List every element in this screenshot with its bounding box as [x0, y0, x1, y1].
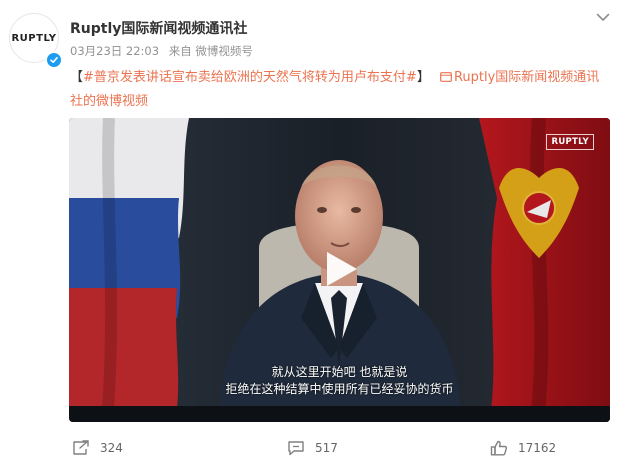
video-subtitle-line-1: 就从这里开始吧 也就是说 [271, 365, 408, 379]
author-name-link[interactable]: Ruptly国际新闻视频通讯社 [70, 18, 247, 38]
thumbs-up-icon [490, 440, 508, 456]
topic-hashtag-link[interactable]: #普京发表讲话宣布卖给欧洲的天然气将转为用卢布支付# [83, 70, 417, 85]
post-timestamp[interactable]: 03月23日 22:03 [70, 44, 159, 58]
repost-button[interactable]: 324 [72, 440, 123, 456]
post-meta: 03月23日 22:03 来自 微博视频号 [70, 43, 259, 59]
action-bar: 324 517 17162 [0, 432, 628, 464]
post-text: 【#普京发表讲话宣布卖给欧洲的天然气将转为用卢布支付#】 Ruptly国际新闻视… [70, 66, 610, 114]
comment-icon [288, 441, 304, 456]
comment-count: 517 [315, 441, 338, 455]
like-count: 17162 [518, 441, 557, 455]
like-button[interactable]: 17162 [490, 440, 556, 456]
repost-count: 324 [100, 441, 123, 455]
bracket-close: 】 [416, 70, 430, 85]
play-button-icon[interactable] [319, 248, 361, 290]
video-subtitle-line-2: 拒绝在这种结算中使用所有已经妥协的货币 [225, 382, 454, 396]
verified-badge-icon [45, 51, 63, 69]
video-watermark-logo: RUPTLY [546, 134, 594, 150]
more-options-chevron-down-icon[interactable] [594, 10, 612, 24]
post-source: 来自 微博视频号 [168, 44, 253, 58]
weibo-post-card: RUPTLY Ruptly国际新闻视频通讯社 03月23日 22:03 来自 微… [0, 0, 628, 464]
comment-button[interactable]: 517 [287, 440, 338, 456]
repost-icon [73, 440, 89, 455]
bracket-open: 【 [70, 70, 84, 85]
avatar-logo-text: RUPTLY [11, 32, 57, 44]
video-player[interactable]: RUPTLY 就从这里开始吧 也就是说 拒绝在这种结算中使用所有已经妥协的货币 [69, 118, 610, 422]
video-link-icon [440, 72, 452, 82]
